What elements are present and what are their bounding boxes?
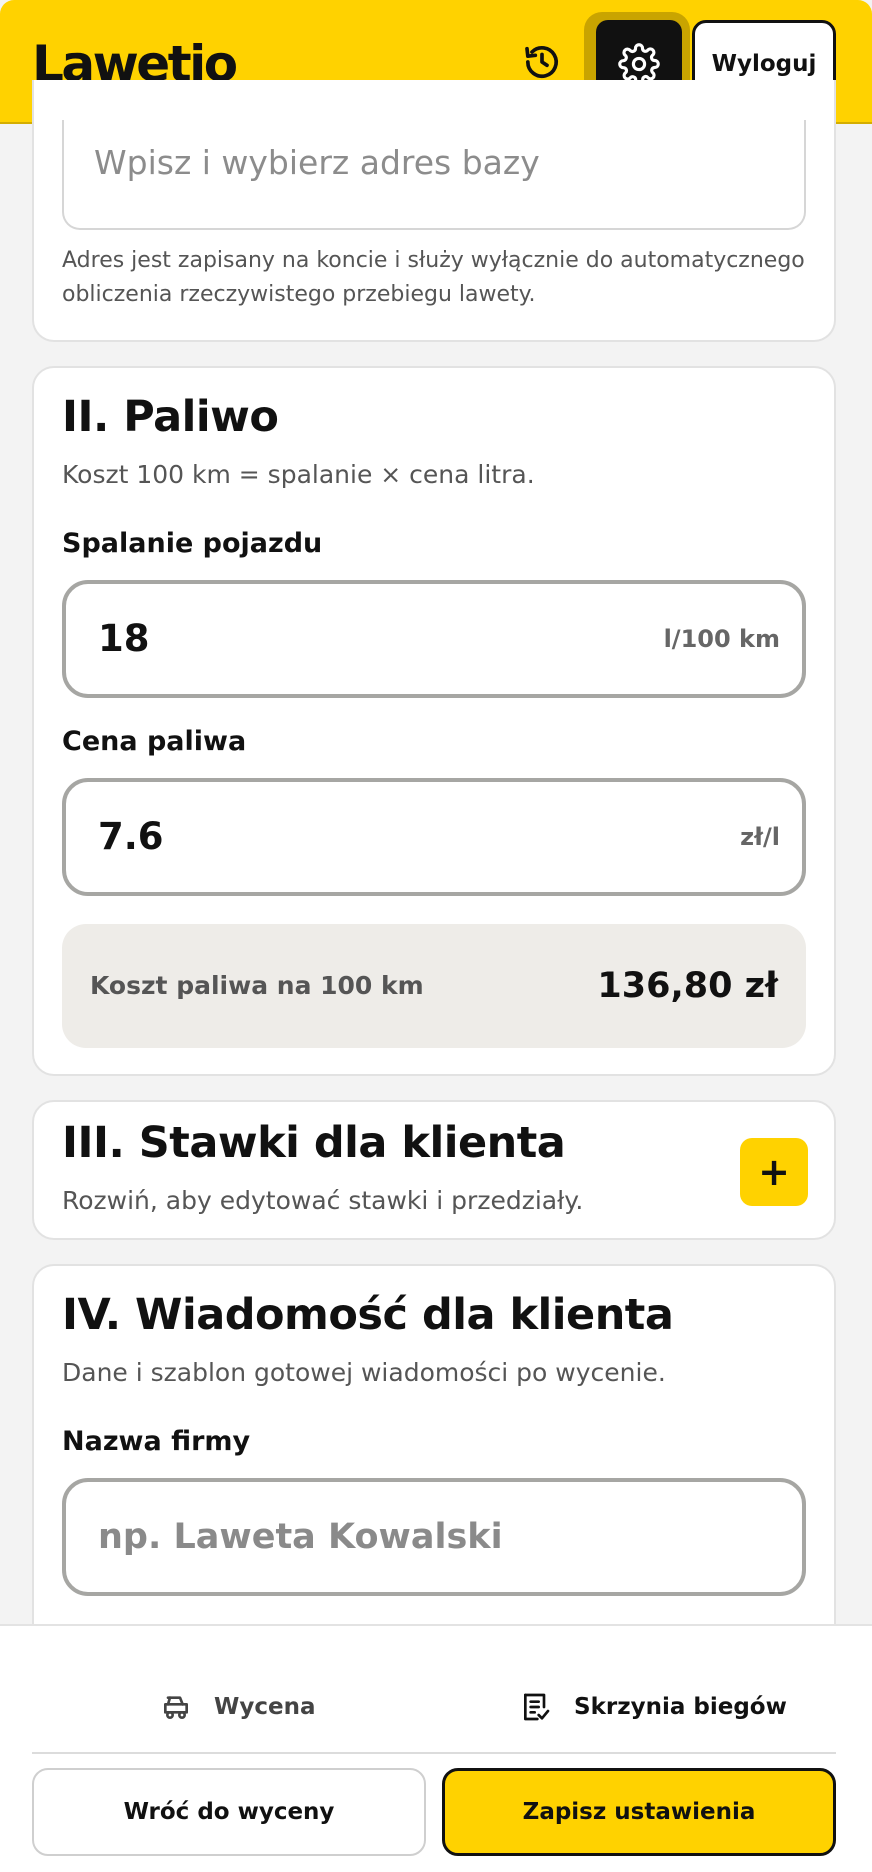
gear-icon bbox=[618, 43, 660, 85]
consumption-value: 18 bbox=[98, 617, 150, 660]
nav-item-wycena[interactable]: Wycena bbox=[160, 1682, 316, 1732]
consumption-label: Spalanie pojazdu bbox=[62, 528, 323, 559]
rates-card[interactable]: III. Stawki dla klienta Rozwiń, aby edyt… bbox=[32, 1100, 836, 1240]
nav-label-skrzynia-biegow: Skrzynia biegów bbox=[574, 1694, 787, 1720]
bottom-divider bbox=[32, 1752, 836, 1754]
expand-rates-button[interactable]: + bbox=[740, 1138, 808, 1206]
fuel-subtitle: Koszt 100 km = spalanie × cena litra. bbox=[62, 460, 535, 489]
fuel-cost-label: Koszt paliwa na 100 km bbox=[90, 971, 424, 1000]
company-name-label: Nazwa firmy bbox=[62, 1426, 251, 1457]
fuel-price-label: Cena paliwa bbox=[62, 726, 247, 757]
save-settings-button[interactable]: Zapisz ustawienia bbox=[442, 1768, 836, 1856]
plus-icon: + bbox=[758, 1150, 790, 1194]
company-name-input[interactable]: np. Laweta Kowalski bbox=[62, 1478, 806, 1596]
back-to-quote-button[interactable]: Wróć do wyceny bbox=[32, 1768, 426, 1856]
history-icon bbox=[525, 46, 558, 79]
consumption-unit: l/100 km bbox=[663, 625, 780, 653]
consumption-input[interactable]: 18 l/100 km bbox=[62, 580, 806, 698]
base-address-card: Wpisz i wybierz adres bazy Adres jest za… bbox=[32, 80, 836, 342]
company-name-placeholder: np. Laweta Kowalski bbox=[98, 1517, 503, 1557]
bottom-bar: Wycena Skrzynia biegów Wróć do wyceny Za… bbox=[0, 1624, 872, 1872]
fuel-price-value: 7.6 bbox=[98, 815, 164, 858]
gearbox-list-icon bbox=[524, 1693, 550, 1721]
tow-truck-icon bbox=[164, 1696, 188, 1719]
rates-subtitle: Rozwiń, aby edytować stawki i przedziały… bbox=[62, 1186, 584, 1215]
base-address-note: Adres jest zapisany na koncie i służy wy… bbox=[62, 248, 805, 307]
message-subtitle: Dane i szablon gotowej wiadomości po wyc… bbox=[62, 1358, 666, 1387]
fuel-cost-summary: Koszt paliwa na 100 km 136,80 zł bbox=[62, 924, 806, 1048]
base-address-placeholder: Wpisz i wybierz adres bazy bbox=[94, 143, 540, 182]
base-address-input[interactable]: Wpisz i wybierz adres bazy bbox=[62, 120, 806, 230]
fuel-cost-value: 136,80 zł bbox=[597, 966, 778, 1006]
fuel-card: II. Paliwo Koszt 100 km = spalanie × cen… bbox=[32, 366, 836, 1076]
nav-label-wycena: Wycena bbox=[214, 1694, 316, 1720]
message-title: IV. Wiadomość dla klienta bbox=[62, 1290, 674, 1340]
fuel-price-unit: zł/l bbox=[740, 823, 780, 851]
history-button[interactable] bbox=[518, 38, 566, 86]
message-card: IV. Wiadomość dla klienta Dane i szablon… bbox=[32, 1264, 836, 1684]
fuel-price-input[interactable]: 7.6 zł/l bbox=[62, 778, 806, 896]
nav-item-skrzynia-biegow[interactable]: Skrzynia biegów bbox=[520, 1682, 787, 1732]
rates-title: III. Stawki dla klienta bbox=[62, 1118, 566, 1168]
fuel-title: II. Paliwo bbox=[62, 392, 279, 442]
